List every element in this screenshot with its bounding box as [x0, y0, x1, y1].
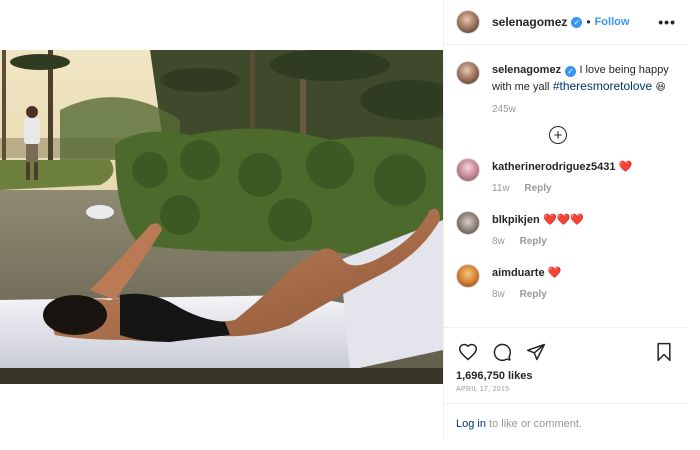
caption-username[interactable]: selenagomez — [492, 64, 561, 76]
load-more-icon[interactable]: + — [549, 126, 567, 144]
likes-count[interactable]: 1,696,750 likes — [444, 368, 688, 382]
avatar[interactable] — [456, 211, 480, 235]
post-date[interactable]: APRIL 17, 2015 — [444, 382, 688, 393]
comment-text: ❤️ — [547, 267, 562, 279]
list-item: katherinerodriguez5431 ❤️ 11w Reply — [456, 158, 676, 197]
avatar[interactable] — [456, 158, 480, 182]
action-bar — [444, 328, 688, 368]
share-icon[interactable] — [524, 340, 548, 364]
reply-button[interactable]: Reply — [520, 236, 547, 247]
avatar[interactable] — [456, 10, 480, 34]
caption: selenagomez ✓ I love being happy with me … — [456, 61, 676, 118]
caption-hashtag[interactable]: #theresmoretolove — [553, 79, 652, 93]
login-prompt-text: to like or comment. — [485, 418, 582, 430]
bookmark-icon[interactable] — [652, 340, 676, 364]
verified-badge-icon: ✓ — [571, 16, 583, 28]
comment-text: ❤️ — [618, 161, 633, 173]
comment-username[interactable]: katherinerodriguez5431 — [492, 161, 616, 173]
post-header: selenagomez ✓ • Follow ••• — [444, 0, 688, 45]
heart-icon[interactable] — [456, 340, 480, 364]
reply-button[interactable]: Reply — [520, 289, 547, 300]
comment-time[interactable]: 11w — [492, 183, 510, 194]
comment-username[interactable]: blkpikjen — [492, 214, 540, 226]
laughing-emoji-icon: 😆 — [655, 82, 666, 93]
comments-list: selenagomez ✓ I love being happy with me … — [444, 45, 688, 328]
comment-icon[interactable] — [490, 340, 514, 364]
more-options-icon[interactable]: ••• — [658, 14, 676, 30]
list-item: aimduarte ❤️ 8w Reply — [456, 264, 676, 303]
separator-dot: • — [586, 15, 591, 29]
comment-time[interactable]: 8w — [492, 236, 505, 247]
caption-time[interactable]: 245w — [492, 104, 516, 115]
verified-badge-icon: ✓ — [565, 66, 577, 77]
post-side-panel: selenagomez ✓ • Follow ••• selenagomez ✓ … — [443, 0, 688, 440]
login-prompt: Log in to like or comment. — [444, 403, 688, 444]
post-photo[interactable] — [0, 50, 443, 384]
post-image — [0, 50, 443, 384]
avatar[interactable] — [456, 61, 480, 85]
comment-time[interactable]: 8w — [492, 289, 505, 300]
header-username[interactable]: selenagomez — [492, 15, 567, 29]
caption-meta: 245w — [492, 102, 672, 118]
avatar[interactable] — [456, 264, 480, 288]
reply-button[interactable]: Reply — [524, 183, 551, 194]
comment-username[interactable]: aimduarte — [492, 267, 545, 279]
login-link[interactable]: Log in — [456, 418, 486, 430]
follow-button[interactable]: Follow — [595, 16, 630, 28]
comment-text: ❤️❤️❤️ — [543, 214, 585, 226]
list-item: blkpikjen ❤️❤️❤️ 8w Reply — [456, 211, 676, 250]
